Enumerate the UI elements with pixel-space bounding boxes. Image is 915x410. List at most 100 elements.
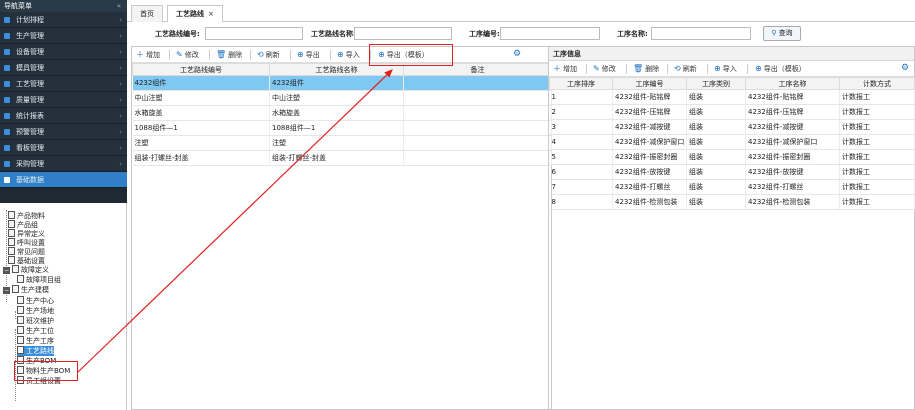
proc-code-label: 工序编号:: [469, 30, 500, 38]
sidebar-item-label: 工艺管理: [16, 80, 44, 88]
col-proc-name[interactable]: 工序名称: [745, 77, 840, 90]
tree-node-prod-site[interactable]: 生产场地: [17, 306, 54, 316]
proc-code-input[interactable]: [500, 27, 600, 40]
edit-button[interactable]: ✎ 修改: [176, 47, 199, 63]
pencil-icon: ✎: [593, 64, 600, 73]
table-row[interactable]: 注塑 注塑: [132, 135, 552, 151]
col-count-mode[interactable]: 计数方式: [839, 77, 915, 90]
table-row[interactable]: 4232组件 4232组件: [132, 75, 552, 91]
table-row[interactable]: 1 4232组件-贴铭牌 组装 4232组件-贴铭牌 计数报工: [549, 89, 915, 105]
sidebar-item-purchase[interactable]: 采购管理 ›: [0, 156, 127, 172]
sidebar-item-label: 预警管理: [16, 128, 44, 136]
table-row[interactable]: 3 4232组件-减按键 组装 4232组件-减按键 计数报工: [549, 119, 915, 135]
sidebar-item-equipment[interactable]: 设备管理 ›: [0, 44, 127, 60]
sidebar-item-basedata[interactable]: 基础数据: [0, 172, 127, 188]
sidebar-item-board[interactable]: 看板管理 ›: [0, 140, 127, 156]
tab-route[interactable]: 工艺路线 ×: [167, 5, 223, 22]
import-icon: ⊕: [714, 64, 721, 73]
col-proc-order[interactable]: 工序排序: [549, 77, 613, 90]
sidebar-title: 导航菜单: [4, 2, 32, 10]
route-code-input[interactable]: [205, 27, 303, 40]
table-row[interactable]: 组装-打螺丝-封盖 组装-打螺丝-封盖: [132, 150, 552, 166]
gear-icon[interactable]: ⚙: [513, 49, 521, 59]
route-code-label: 工艺路线编号:: [155, 30, 200, 38]
gear-icon[interactable]: ⚙: [901, 63, 909, 73]
refresh-icon: ⟲: [257, 50, 264, 59]
sidebar-item-reports[interactable]: 统计报表 ›: [0, 108, 127, 124]
tree-node-route[interactable]: 工艺路线: [17, 346, 54, 356]
chevron-right-icon: ›: [119, 144, 122, 152]
table-row[interactable]: 1088组件—1 1088组件—1: [132, 120, 552, 136]
tab-home[interactable]: 首页: [131, 5, 163, 22]
import-button[interactable]: ⊕ 导入: [337, 47, 360, 63]
table-row[interactable]: 中山注塑 中山注塑: [132, 90, 552, 106]
delete-button[interactable]: 🗑 删除: [216, 47, 242, 63]
process-refresh-button[interactable]: ⟲ 刷新: [674, 61, 697, 77]
tree-node-prod-center[interactable]: 生产中心: [17, 296, 54, 306]
route-table: 工艺路线编号 工艺路线名称 备注 4232组件 4232组件 中山注塑 中山注塑 水…: [132, 63, 552, 166]
quality-icon: [4, 97, 10, 103]
sidebar-item-label: 基础数据: [16, 176, 44, 184]
file-icon: [8, 247, 15, 255]
import-icon: ⊕: [337, 50, 344, 59]
process-edit-button[interactable]: ✎ 修改: [593, 61, 616, 77]
route-name-input[interactable]: [354, 27, 452, 40]
col-route-code[interactable]: 工艺路线编号: [132, 63, 270, 76]
table-row[interactable]: 水箱旋盖 水箱旋盖: [132, 105, 552, 121]
tree-node-shift[interactable]: 班次维护: [17, 316, 54, 326]
col-proc-type[interactable]: 工序类别: [686, 77, 746, 90]
sidebar-item-production[interactable]: 生产管理 ›: [0, 28, 127, 44]
file-icon: [17, 296, 24, 304]
file-icon: [8, 220, 15, 228]
folder-icon: [12, 265, 19, 273]
folder-icon: [12, 285, 19, 293]
process-table: 工序排序 工序编号 工序类别 工序名称 计数方式 1 4232组件-贴铭牌 组装 42…: [549, 77, 915, 210]
process-add-button[interactable]: ＋增加: [553, 61, 577, 77]
toolbar-divider: [250, 50, 251, 60]
export-icon: ⊕: [297, 50, 304, 59]
process-delete-button[interactable]: 🗑 删除: [633, 61, 659, 77]
collapse-icon[interactable]: «: [117, 0, 121, 12]
chevron-right-icon: ›: [119, 16, 122, 24]
table-row[interactable]: 4 4232组件-减保护窗口 组装 4232组件-减保护窗口 计数报工: [549, 134, 915, 150]
chevron-right-icon: ›: [119, 128, 122, 136]
mold-icon: [4, 65, 10, 71]
collapse-icon[interactable]: −: [3, 267, 10, 274]
sidebar-item-plan[interactable]: 计划排程 ›: [0, 12, 127, 28]
toolbar-divider: [626, 64, 627, 74]
file-icon: [17, 316, 24, 324]
tree-node-process[interactable]: 生产工序: [17, 336, 54, 346]
tree-node-production-model[interactable]: − 生产建模: [3, 285, 49, 295]
tree-node-fault-def[interactable]: − 故障定义: [3, 265, 49, 275]
trash-icon: 🗑: [216, 50, 227, 59]
collapse-icon[interactable]: −: [3, 287, 10, 294]
export-button[interactable]: ⊕ 导出: [297, 47, 320, 63]
plus-icon: ＋: [136, 50, 144, 59]
refresh-button[interactable]: ⟲ 刷新: [257, 47, 280, 63]
process-export-template-button[interactable]: ⊕ 导出（模板）: [755, 61, 806, 77]
alert-icon: [4, 129, 10, 135]
tree-node-station[interactable]: 生产工位: [17, 326, 54, 336]
add-button[interactable]: ＋增加: [136, 47, 160, 63]
toolbar-divider: [209, 50, 210, 60]
proc-name-input[interactable]: [651, 27, 751, 40]
filter-bar: 工艺路线编号: 工艺路线名称: 工序编号: 工序名称: ⚲ 查询: [127, 23, 915, 45]
sidebar-item-mold[interactable]: 模具管理 ›: [0, 60, 127, 76]
table-row[interactable]: 6 4232组件-放按键 组装 4232组件-放按键 计数报工: [549, 164, 915, 180]
tree-node-fault-group[interactable]: 故障项目组: [17, 275, 61, 285]
toolbar-divider: [169, 50, 170, 60]
table-row[interactable]: 2 4232组件-压铭牌 组装 4232组件-压铭牌 计数报工: [549, 104, 915, 120]
close-icon[interactable]: ×: [208, 10, 214, 18]
production-icon: [4, 33, 10, 39]
sidebar-item-label: 统计报表: [16, 112, 44, 120]
table-row[interactable]: 7 4232组件-打螺丝 组装 4232组件-打螺丝 计数报工: [549, 179, 915, 195]
table-row[interactable]: 5 4232组件-振密封圈 组装 4232组件-振密封圈 计数报工: [549, 149, 915, 165]
sidebar-item-process[interactable]: 工艺管理 ›: [0, 76, 127, 92]
col-proc-code[interactable]: 工序编号: [612, 77, 687, 90]
sidebar-item-quality[interactable]: 质量管理 ›: [0, 92, 127, 108]
route-panel: ＋增加 ✎ 修改 🗑 删除 ⟲ 刷新 ⊕ 导出 ⊕ 导入 ⊕ 导出（模板） ⚙ 工艺路线编号…: [131, 46, 552, 410]
sidebar-item-alerts[interactable]: 预警管理 ›: [0, 124, 127, 140]
query-button[interactable]: ⚲ 查询: [763, 26, 801, 41]
process-import-button[interactable]: ⊕ 导入: [714, 61, 737, 77]
table-row[interactable]: 8 4232组件-检测包装 组装 4232组件-检测包装 计数报工: [549, 194, 915, 210]
